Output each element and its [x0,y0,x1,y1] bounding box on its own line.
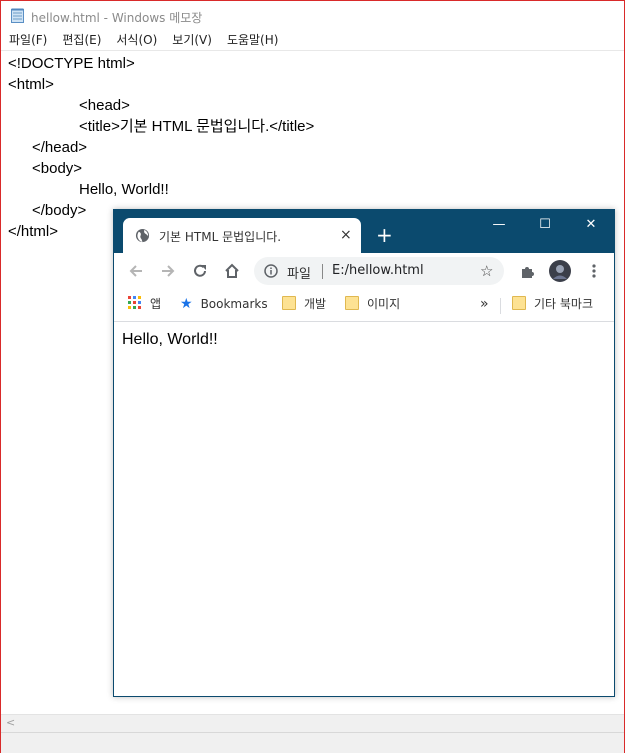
bookmark-folder-dev-label: 개발 [304,297,327,311]
globe-icon [135,228,150,243]
page-content-text: Hello, World!! [122,331,218,348]
folder-icon [282,296,296,310]
chrome-toolbar: 파일 E:/hellow.html ☆ [114,253,614,289]
browser-tab[interactable]: 기본 HTML 문법입니다. × [123,218,361,253]
code-line: <!DOCTYPE html> [8,55,135,72]
tab-close-icon[interactable]: × [340,227,352,243]
menu-edit[interactable]: 편집(E) [47,31,101,50]
extensions-puzzle-icon[interactable] [518,261,538,281]
profile-avatar[interactable] [548,259,572,283]
tab-title: 기본 HTML 문법입니다. [159,230,282,244]
chrome-window: 기본 HTML 문법입니다. × + — ☐ ✕ 파일 E:/hellow.ht… [113,209,615,697]
notepad-icon [11,8,24,23]
bookmarks-bar: 앱 ★ Bookmarks 개발 이미지 » 기타 북마크 [114,289,614,322]
bookmarks-overflow-button[interactable]: » [480,296,489,314]
notepad-title: hellow.html - Windows 메모장 [31,11,203,25]
menu-help[interactable]: 도움말(H) [212,31,279,50]
close-window-button[interactable]: ✕ [568,210,614,240]
status-bar [1,732,624,753]
bookmark-folder-dev[interactable]: 개발 [282,296,326,314]
menu-kebab-icon[interactable] [584,261,604,281]
menu-format[interactable]: 서식(O) [101,31,157,50]
code-line: <title>기본 HTML 문법입니다.</title> [79,118,315,135]
code-line: <head> [79,97,130,114]
folder-icon [345,296,359,310]
apps-grid-icon [128,296,141,309]
forward-arrow-icon[interactable] [158,261,178,281]
address-divider [322,264,323,279]
code-line: </body> [32,202,87,219]
bookmark-folder-images[interactable]: 이미지 [345,296,400,314]
address-bar[interactable]: 파일 E:/hellow.html ☆ [254,257,504,285]
code-line: Hello, World!! [79,181,169,198]
bookmark-folder-images-label: 이미지 [367,297,401,311]
url-text[interactable]: E:/hellow.html [332,263,424,278]
bookmark-other-label: 기타 북마크 [534,297,594,311]
bookmark-other[interactable]: 기타 북마크 [512,296,593,314]
code-line: <html> [8,76,54,93]
notepad-menu-bar: 파일(F) 편집(E) 서식(O) 보기(V) 도움말(H) [1,31,624,50]
bookmarks-divider [500,298,501,314]
maximize-button[interactable]: ☐ [522,210,568,240]
minimize-button[interactable]: — [476,210,522,240]
horizontal-scrollbar[interactable]: < [1,714,624,732]
home-icon[interactable] [222,261,242,281]
menu-divider [1,50,624,51]
scroll-left-arrow-icon[interactable]: < [6,716,15,729]
bookmark-apps[interactable]: 앱 [128,296,161,314]
back-arrow-icon[interactable] [126,261,146,281]
reload-icon[interactable] [190,261,210,281]
code-line: <body> [32,160,83,177]
menu-file[interactable]: 파일(F) [1,31,47,50]
code-line: </head> [32,139,88,156]
bookmark-bookmarks-label: Bookmarks [200,297,268,311]
bookmark-star-icon[interactable]: ☆ [480,262,493,280]
info-icon[interactable] [264,264,278,278]
bookmark-apps-label: 앱 [150,297,162,311]
chrome-tab-strip: 기본 HTML 문법입니다. × + — ☐ ✕ [114,210,614,253]
code-line: </html> [8,223,59,240]
bookmark-bookmarks[interactable]: ★ Bookmarks [180,296,268,314]
new-tab-button[interactable]: + [376,225,393,245]
folder-icon [512,296,526,310]
menu-view[interactable]: 보기(V) [157,31,212,50]
blue-star-icon: ★ [180,296,193,312]
scheme-label: 파일 [287,267,311,282]
notepad-title-bar: hellow.html - Windows 메모장 [1,1,624,30]
